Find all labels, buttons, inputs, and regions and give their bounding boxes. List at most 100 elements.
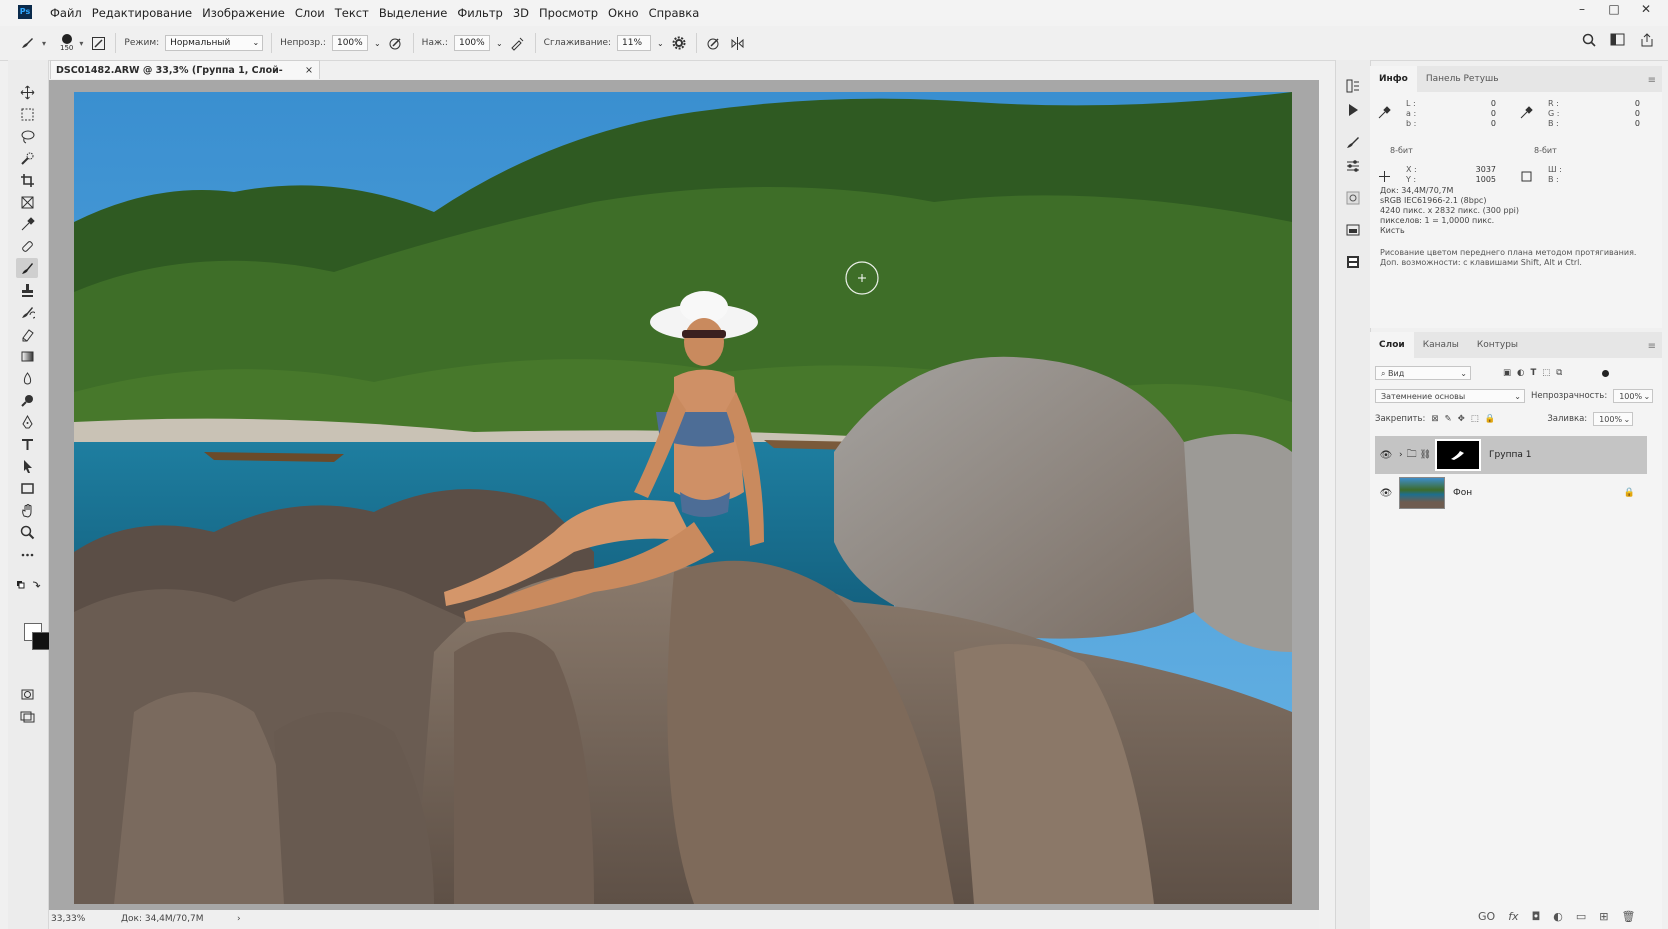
- filter-type-icon[interactable]: T: [1530, 368, 1536, 378]
- new-layer-icon[interactable]: ⊞: [1599, 910, 1608, 923]
- hand-tool-icon[interactable]: [16, 500, 38, 520]
- layer-style-icon[interactable]: fx: [1508, 910, 1518, 923]
- menu-select[interactable]: Выделение: [379, 6, 458, 20]
- swap-colors-icon[interactable]: [16, 580, 44, 592]
- menu-file[interactable]: Файл: [50, 6, 92, 20]
- crop-tool-icon[interactable]: [16, 170, 38, 190]
- eraser-tool-icon[interactable]: [16, 324, 38, 344]
- properties-panel-icon[interactable]: [1345, 254, 1361, 270]
- menu-3d[interactable]: 3D: [513, 6, 539, 20]
- chevron-down-icon[interactable]: ▾: [42, 39, 46, 48]
- pressure-size-icon[interactable]: [705, 34, 723, 52]
- tab-info[interactable]: Инфо: [1370, 66, 1417, 92]
- healing-brush-tool-icon[interactable]: [16, 236, 38, 256]
- zoom-level[interactable]: 33,33%: [51, 910, 85, 929]
- close-button[interactable]: ✕: [1630, 0, 1662, 20]
- adjustments-panel-icon[interactable]: [1345, 158, 1361, 174]
- quick-selection-tool-icon[interactable]: [16, 148, 38, 168]
- maximize-button[interactable]: □: [1598, 0, 1630, 20]
- menu-layers[interactable]: Слои: [295, 6, 335, 20]
- quick-mask-icon[interactable]: [16, 684, 38, 704]
- close-tab-icon[interactable]: ×: [305, 61, 313, 80]
- lock-paint-icon[interactable]: ✎: [1444, 414, 1451, 424]
- eyedropper-tool-icon[interactable]: [16, 214, 38, 234]
- lock-all-icon[interactable]: 🔒: [1485, 414, 1496, 424]
- lasso-tool-icon[interactable]: [16, 126, 38, 146]
- pressure-field[interactable]: 100%: [453, 35, 490, 51]
- libraries-panel-icon[interactable]: [1345, 222, 1361, 238]
- filter-shape-icon[interactable]: ⬚: [1542, 368, 1550, 378]
- layer-name[interactable]: Группа 1: [1489, 450, 1531, 460]
- tab-channels[interactable]: Каналы: [1414, 332, 1468, 358]
- workspace-icon[interactable]: [1610, 33, 1626, 50]
- blur-tool-icon[interactable]: [16, 368, 38, 388]
- type-tool-icon[interactable]: [16, 434, 38, 454]
- fill-field[interactable]: 100% ⌄: [1593, 412, 1634, 426]
- brush-settings-icon[interactable]: [89, 34, 107, 52]
- lock-transparent-icon[interactable]: ⊠: [1431, 414, 1438, 424]
- panel-menu-icon[interactable]: ≡: [1648, 75, 1656, 86]
- zoom-tool-icon[interactable]: [16, 522, 38, 542]
- link-layers-icon[interactable]: GO: [1478, 910, 1495, 923]
- lock-position-icon[interactable]: ✥: [1458, 414, 1465, 424]
- brushes-panel-icon[interactable]: [1345, 134, 1361, 150]
- pressure-opacity-icon[interactable]: [387, 34, 405, 52]
- opacity-field[interactable]: 100%: [331, 35, 368, 51]
- delete-layer-icon[interactable]: 🗑: [1622, 910, 1636, 923]
- opacity-field[interactable]: 100% ⌄: [1613, 389, 1654, 403]
- filter-pixel-icon[interactable]: ▣: [1503, 368, 1511, 378]
- panel-menu-icon[interactable]: ≡: [1648, 341, 1656, 352]
- airbrush-icon[interactable]: [509, 34, 527, 52]
- add-mask-icon[interactable]: ◘: [1532, 910, 1541, 923]
- clone-stamp-tool-icon[interactable]: [16, 280, 38, 300]
- menu-help[interactable]: Справка: [649, 6, 710, 20]
- expand-group-chevron-icon[interactable]: ›: [1399, 450, 1403, 460]
- pen-tool-icon[interactable]: [16, 412, 38, 432]
- chevron-down-icon[interactable]: ⌄: [496, 39, 503, 48]
- symmetry-icon[interactable]: [729, 34, 747, 52]
- tab-retouch-panel[interactable]: Панель Ретушь: [1417, 66, 1508, 92]
- status-menu-arrow[interactable]: ›: [237, 910, 241, 929]
- filter-adjustment-icon[interactable]: ◐: [1517, 368, 1524, 378]
- layer-filter-select[interactable]: ⌕ Вид ⌄: [1375, 366, 1471, 380]
- share-icon[interactable]: [1640, 33, 1654, 50]
- play-icon[interactable]: [1345, 102, 1361, 118]
- visibility-eye-icon[interactable]: 👁: [1379, 488, 1393, 499]
- filter-smart-object-icon[interactable]: ⧉: [1556, 368, 1562, 378]
- menu-image[interactable]: Изображение: [202, 6, 295, 20]
- dodge-tool-icon[interactable]: [16, 390, 38, 410]
- menu-filter[interactable]: Фильтр: [457, 6, 513, 20]
- menu-window[interactable]: Окно: [608, 6, 649, 20]
- history-brush-tool-icon[interactable]: [16, 302, 38, 322]
- document-tab[interactable]: DSC01482.ARW @ 33,3% (Группа 1, Слой-мас…: [50, 60, 320, 95]
- layer-mask-thumbnail[interactable]: [1435, 439, 1482, 471]
- clone-source-panel-icon[interactable]: [1345, 190, 1361, 206]
- path-selection-tool-icon[interactable]: [16, 456, 38, 476]
- blend-mode-select[interactable]: Затемнение основы ⌄: [1375, 389, 1525, 403]
- background-color-swatch[interactable]: [32, 632, 50, 650]
- chevron-down-icon[interactable]: ⌄: [657, 39, 664, 48]
- screen-mode-icon[interactable]: [16, 706, 38, 726]
- layer-row-group-1[interactable]: 👁 › 🗀 ⛓ Группа 1: [1375, 436, 1647, 474]
- gradient-tool-icon[interactable]: [16, 346, 38, 366]
- smoothing-field[interactable]: 11%: [617, 35, 652, 51]
- minimize-button[interactable]: –: [1566, 0, 1598, 20]
- tab-paths[interactable]: Контуры: [1468, 332, 1527, 358]
- menu-view[interactable]: Просмотр: [539, 6, 608, 20]
- mask-link-icon[interactable]: ⛓: [1420, 450, 1431, 460]
- move-tool-icon[interactable]: [16, 82, 38, 102]
- filter-toggle[interactable]: [1602, 369, 1610, 377]
- brush-preset-icon[interactable]: [18, 34, 36, 52]
- frame-tool-icon[interactable]: [16, 192, 38, 212]
- chevron-down-icon[interactable]: ⌄: [374, 39, 381, 48]
- more-tools-icon[interactable]: [16, 544, 38, 564]
- chevron-down-icon[interactable]: ▾: [79, 39, 83, 48]
- brush-size-picker[interactable]: 150: [60, 34, 73, 52]
- layer-name[interactable]: Фон: [1453, 488, 1472, 498]
- brush-tool-icon[interactable]: [16, 258, 38, 278]
- new-adjustment-layer-icon[interactable]: ◐: [1553, 910, 1563, 923]
- visibility-eye-icon[interactable]: 👁: [1379, 450, 1393, 461]
- mode-select[interactable]: Нормальный ⌄: [165, 35, 264, 51]
- lock-artboard-icon[interactable]: ⬚: [1471, 414, 1479, 424]
- search-icon[interactable]: [1582, 33, 1596, 50]
